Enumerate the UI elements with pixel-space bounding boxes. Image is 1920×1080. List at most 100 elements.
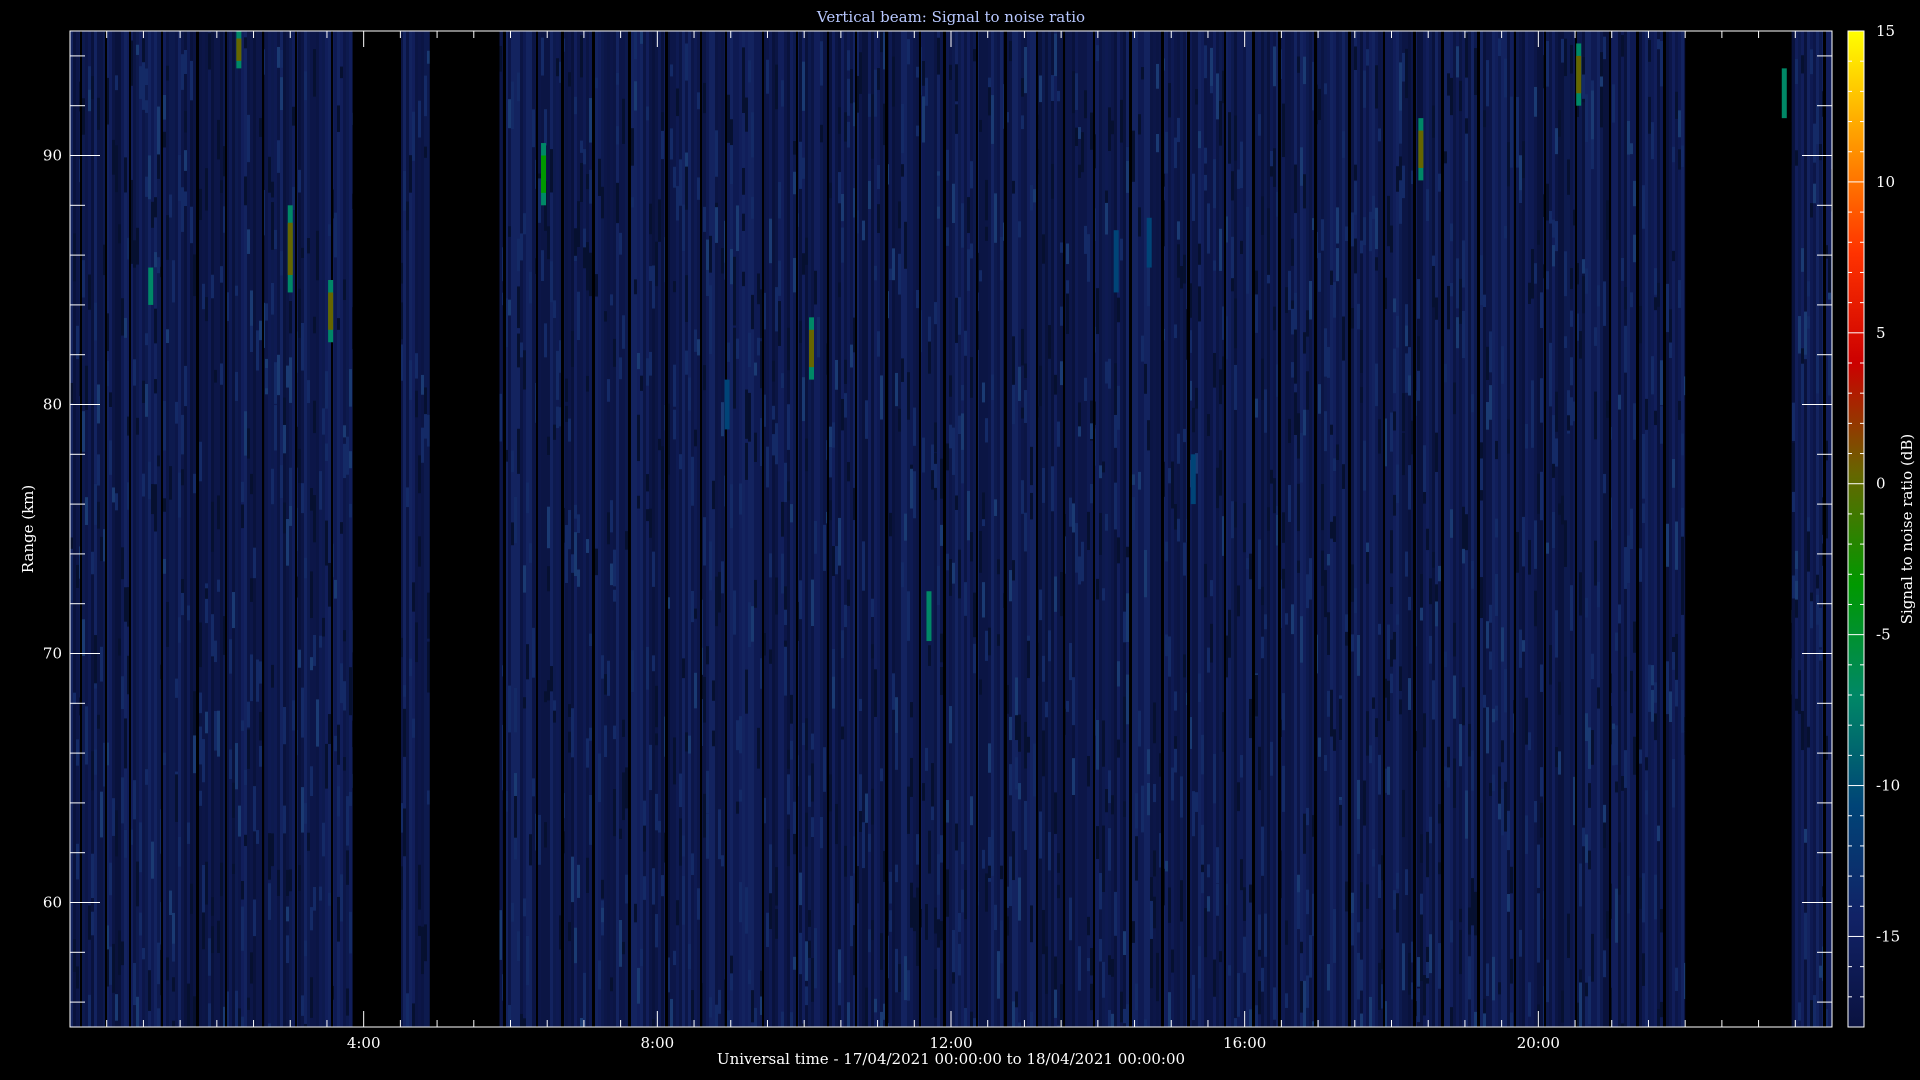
noise-streak xyxy=(1444,651,1447,668)
noise-column xyxy=(865,31,868,1027)
noise-streak xyxy=(1660,909,1663,933)
noise-streak xyxy=(952,427,955,475)
noise-streak xyxy=(913,407,916,446)
noise-streak xyxy=(82,619,85,656)
noise-column xyxy=(253,31,256,1027)
noise-streak xyxy=(1450,223,1453,242)
noise-streak xyxy=(1021,115,1024,130)
noise-streak xyxy=(1054,792,1057,834)
noise-streak xyxy=(418,925,421,936)
noise-streak xyxy=(580,1017,583,1027)
noise-streak xyxy=(745,389,748,439)
noise-streak xyxy=(1516,96,1519,147)
noise-streak xyxy=(421,926,424,975)
noise-streak xyxy=(1534,263,1537,284)
noise-streak xyxy=(421,427,424,463)
noise-streak xyxy=(1354,46,1357,70)
noise-streak xyxy=(1531,402,1534,448)
noise-streak xyxy=(928,645,931,666)
noise-streak xyxy=(1648,664,1651,712)
noise-streak xyxy=(751,294,754,330)
noise-streak xyxy=(1672,758,1675,808)
noise-column xyxy=(274,31,277,1027)
noise-streak xyxy=(916,930,919,966)
noise-streak xyxy=(1654,682,1657,703)
noise-streak xyxy=(1015,677,1018,716)
noise-streak xyxy=(88,994,91,1027)
noise-streak xyxy=(121,547,124,580)
noise-streak xyxy=(946,227,949,246)
noise-streak xyxy=(1210,47,1213,86)
noise-streak xyxy=(1240,240,1243,255)
noise-streak xyxy=(970,532,973,562)
noise-streak xyxy=(247,701,250,728)
noise-streak xyxy=(100,646,103,682)
noise-streak xyxy=(895,372,898,407)
noise-streak xyxy=(682,204,685,252)
noise-streak xyxy=(1489,331,1492,373)
noise-streak xyxy=(850,875,853,909)
noise-streak xyxy=(1675,967,1678,992)
noise-streak xyxy=(844,393,847,418)
noise-streak xyxy=(1627,535,1630,584)
noise-streak xyxy=(1819,144,1822,161)
noise-streak xyxy=(892,56,895,107)
noise-streak xyxy=(1420,834,1423,863)
noise-streak xyxy=(76,739,79,766)
noise-streak xyxy=(1507,419,1510,454)
noise-streak xyxy=(940,633,943,663)
noise-streak xyxy=(799,872,802,906)
noise-streak xyxy=(928,830,931,874)
noise-streak xyxy=(172,977,175,992)
noise-streak xyxy=(925,747,928,771)
noise-streak xyxy=(1672,146,1675,163)
noise-streak xyxy=(1096,288,1099,335)
noise-column xyxy=(292,31,295,1027)
noise-column xyxy=(829,31,832,1027)
noise-streak xyxy=(97,501,100,529)
noise-streak xyxy=(1480,577,1483,619)
noise-streak xyxy=(97,384,100,424)
noise-streak xyxy=(1507,142,1510,187)
noise-streak xyxy=(868,93,871,117)
noise-column xyxy=(949,31,952,1027)
noise-streak xyxy=(1345,614,1348,632)
noise-column xyxy=(1672,31,1675,1027)
noise-streak xyxy=(1570,44,1573,74)
noise-streak xyxy=(1525,423,1528,449)
noise-streak xyxy=(916,290,919,309)
noise-streak xyxy=(730,484,733,529)
noise-streak xyxy=(250,290,253,326)
noise-streak xyxy=(232,592,235,629)
noise-streak xyxy=(790,740,793,760)
noise-streak xyxy=(1024,800,1027,850)
noise-streak xyxy=(1351,634,1354,652)
noise-streak xyxy=(1402,52,1405,82)
noise-column xyxy=(94,31,97,1027)
noise-streak xyxy=(754,1022,757,1027)
noise-streak xyxy=(1528,982,1531,1017)
noise-streak xyxy=(601,922,604,936)
echo-feature-core xyxy=(287,222,293,276)
noise-streak xyxy=(76,966,79,989)
noise-streak xyxy=(871,598,874,617)
noise-streak xyxy=(637,352,640,370)
noise-streak xyxy=(1402,789,1405,838)
noise-column xyxy=(955,31,958,1027)
noise-column xyxy=(748,31,751,1027)
noise-column xyxy=(1081,31,1084,1027)
noise-streak xyxy=(709,997,712,1018)
noise-streak xyxy=(679,818,682,866)
noise-column xyxy=(733,31,736,1027)
noise-streak xyxy=(286,869,289,896)
noise-streak xyxy=(871,788,874,825)
noise-streak xyxy=(1231,501,1234,539)
noise-streak xyxy=(1153,702,1156,724)
scan-gap xyxy=(796,31,798,1027)
noise-streak xyxy=(574,228,577,256)
noise-streak xyxy=(1324,570,1327,618)
noise-streak xyxy=(733,363,736,409)
noise-streak xyxy=(1396,614,1399,625)
noise-streak xyxy=(691,853,694,876)
noise-streak xyxy=(1504,58,1507,98)
